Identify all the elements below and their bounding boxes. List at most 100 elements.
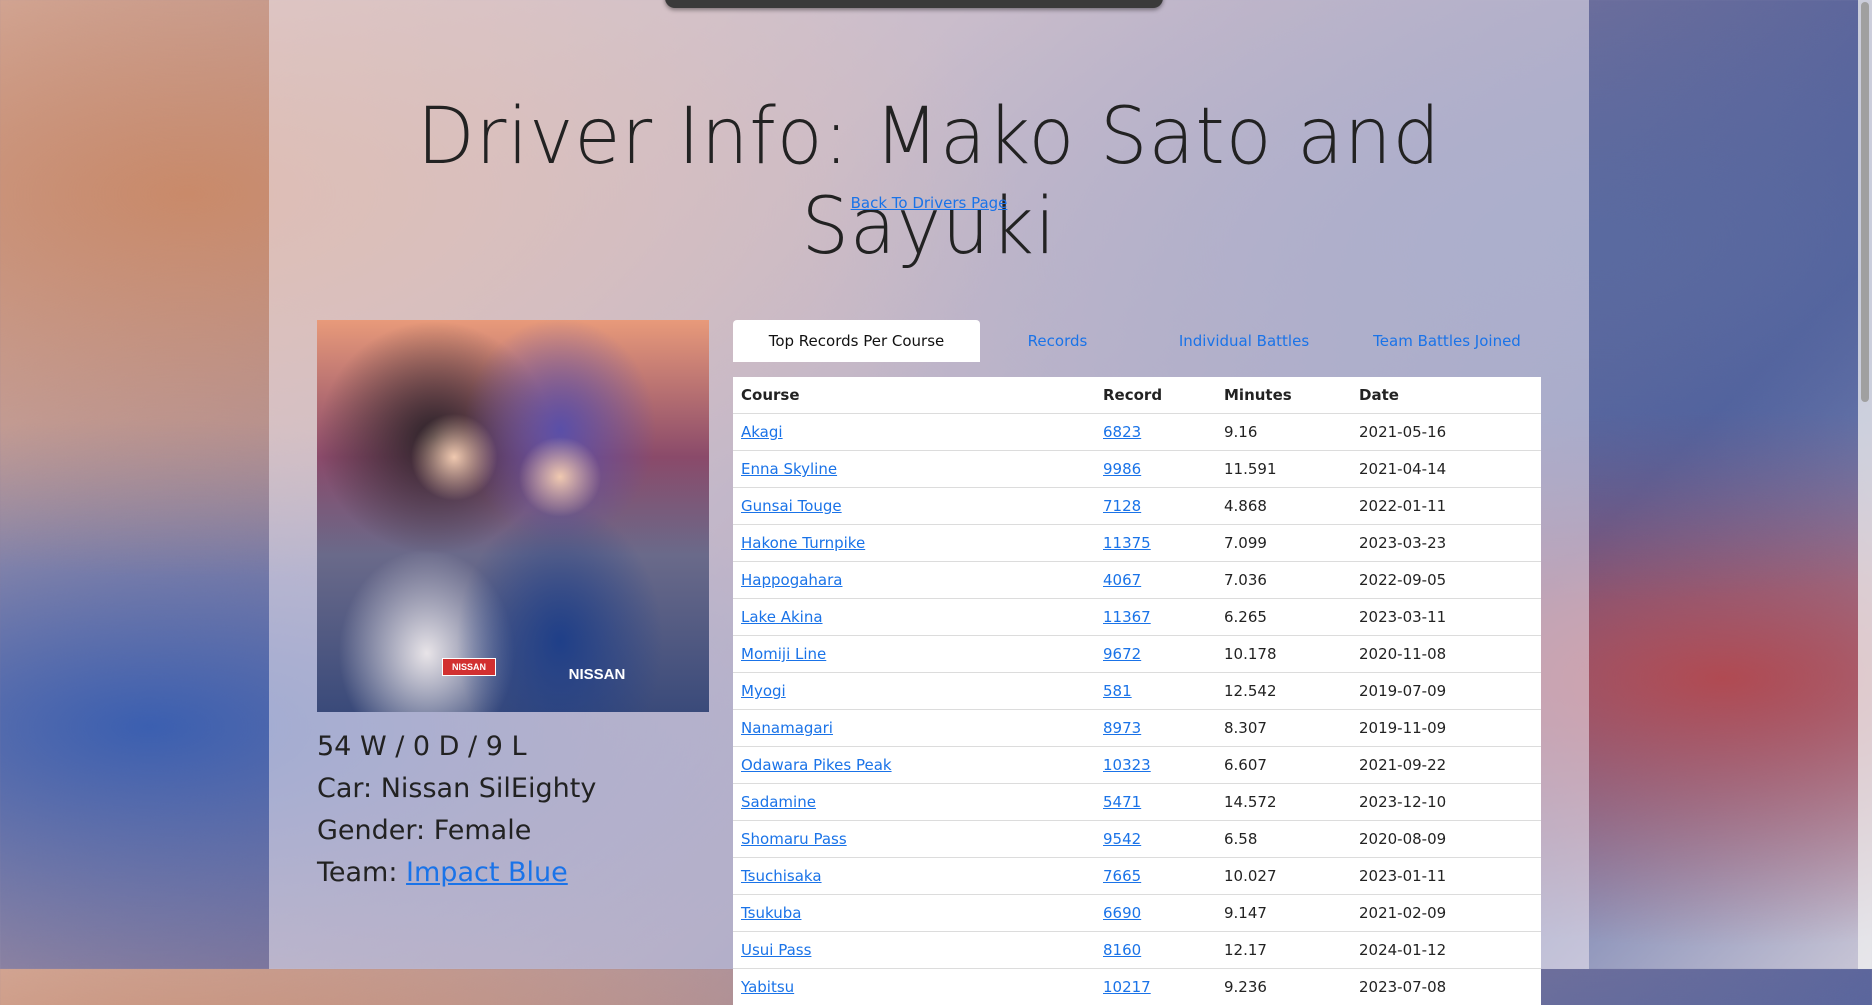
cell-date: 2020-11-08 (1351, 636, 1541, 673)
tab-top-records-per-course[interactable]: Top Records Per Course (733, 320, 980, 362)
back-to-drivers-link[interactable]: Back To Drivers Page (851, 194, 1008, 212)
record-link[interactable]: 9986 (1103, 460, 1141, 478)
records-table: Course Record Minutes Date Akagi68239.16… (733, 377, 1541, 1005)
table-row: Usui Pass816012.172024-01-12 (733, 932, 1541, 969)
tab-bar: Top Records Per Course Records Individua… (733, 320, 1541, 362)
course-link[interactable]: Yabitsu (741, 978, 794, 996)
course-link[interactable]: Nanamagari (741, 719, 833, 737)
record-link[interactable]: 9542 (1103, 830, 1141, 848)
cell-date: 2022-09-05 (1351, 562, 1541, 599)
driver-stats: 54 W / 0 D / 9 L Car: Nissan SilEighty G… (317, 726, 717, 894)
team-link[interactable]: Impact Blue (406, 857, 568, 888)
course-link[interactable]: Momiji Line (741, 645, 826, 663)
course-link[interactable]: Akagi (741, 423, 783, 441)
jacket-logo-left: NISSAN (442, 658, 496, 676)
tab-individual-battles[interactable]: Individual Battles (1135, 320, 1353, 362)
record-link[interactable]: 8973 (1103, 719, 1141, 737)
cell-record: 9986 (1095, 451, 1216, 488)
cell-record: 5471 (1095, 784, 1216, 821)
table-row: Happogahara 4067 7.0362022-09-05 (733, 562, 1541, 599)
cell-record: 6823 (1095, 414, 1216, 451)
cell-date: 2023-01-11 (1351, 858, 1541, 895)
record-link[interactable]: 9672 (1103, 645, 1141, 663)
table-row: Nanamagari89738.3072019-11-09 (733, 710, 1541, 747)
records-table-container: Course Record Minutes Date Akagi68239.16… (733, 377, 1541, 1005)
cell-date: 2023-03-23 (1351, 525, 1541, 562)
record-link[interactable]: 5471 (1103, 793, 1141, 811)
record-link[interactable]: 11375 (1103, 534, 1151, 552)
record-link[interactable]: 4067 (1103, 571, 1141, 589)
record-link[interactable]: 10323 (1103, 756, 1151, 774)
cell-minutes: 9.236 (1216, 969, 1351, 1005)
table-row: Gunsai Touge71284.8682022-01-11 (733, 488, 1541, 525)
course-link[interactable]: Odawara Pikes Peak (741, 756, 892, 774)
cell-minutes: 7.099 (1216, 525, 1351, 562)
cell-minutes: 6.58 (1216, 821, 1351, 858)
course-link[interactable]: Tsuchisaka (741, 867, 822, 885)
driver-team: Team: Impact Blue (317, 852, 717, 894)
course-link[interactable]: Tsukuba (741, 904, 801, 922)
record-link[interactable]: 6690 (1103, 904, 1141, 922)
course-link[interactable]: Happogahara (741, 571, 842, 589)
cell-date: 2021-02-09 (1351, 895, 1541, 932)
record-link[interactable]: 7665 (1103, 867, 1141, 885)
table-body: Akagi68239.162021-05-16Enna Skyline99861… (733, 414, 1541, 1005)
table-row: Tsuchisaka 7665 10.0272023-01-11 (733, 858, 1541, 895)
tab-team-battles-joined[interactable]: Team Battles Joined (1353, 320, 1541, 362)
table-row: Shomaru Pass 9542 6.582020-08-09 (733, 821, 1541, 858)
record-link[interactable]: 11367 (1103, 608, 1151, 626)
cell-course: Nanamagari (733, 710, 1095, 747)
cell-course: Hakone Turnpike (733, 525, 1095, 562)
header-date: Date (1351, 377, 1541, 414)
record-link[interactable]: 8160 (1103, 941, 1141, 959)
course-link[interactable]: Gunsai Touge (741, 497, 842, 515)
course-link[interactable]: Usui Pass (741, 941, 811, 959)
header-record: Record (1095, 377, 1216, 414)
cell-minutes: 10.027 (1216, 858, 1351, 895)
win-draw-loss: 54 W / 0 D / 9 L (317, 726, 717, 768)
cell-minutes: 10.178 (1216, 636, 1351, 673)
cell-minutes: 7.036 (1216, 562, 1351, 599)
cell-record: 6690 (1095, 895, 1216, 932)
cell-minutes: 6.607 (1216, 747, 1351, 784)
cell-record: 581 (1095, 673, 1216, 710)
cell-date: 2021-05-16 (1351, 414, 1541, 451)
cell-course: Tsukuba (733, 895, 1095, 932)
cell-date: 2021-09-22 (1351, 747, 1541, 784)
cell-date: 2019-07-09 (1351, 673, 1541, 710)
cell-course: Shomaru Pass (733, 821, 1095, 858)
driver-car: Car: Nissan SilEighty (317, 768, 717, 810)
course-link[interactable]: Lake Akina (741, 608, 823, 626)
record-link[interactable]: 6823 (1103, 423, 1141, 441)
course-link[interactable]: Sadamine (741, 793, 816, 811)
course-link[interactable]: Enna Skyline (741, 460, 837, 478)
cell-date: 2020-08-09 (1351, 821, 1541, 858)
top-bar (665, 0, 1163, 8)
header-minutes: Minutes (1216, 377, 1351, 414)
tab-records[interactable]: Records (980, 320, 1135, 362)
course-link[interactable]: Shomaru Pass (741, 830, 847, 848)
scrollbar-thumb[interactable] (1861, 2, 1869, 402)
cell-date: 2023-07-08 (1351, 969, 1541, 1005)
course-link[interactable]: Hakone Turnpike (741, 534, 865, 552)
cell-record: 4067 (1095, 562, 1216, 599)
table-row: Momiji Line 9672 10.1782020-11-08 (733, 636, 1541, 673)
cell-record: 9672 (1095, 636, 1216, 673)
cell-date: 2019-11-09 (1351, 710, 1541, 747)
driver-gender: Gender: Female (317, 810, 717, 852)
record-link[interactable]: 10217 (1103, 978, 1151, 996)
cell-date: 2021-04-14 (1351, 451, 1541, 488)
cell-minutes: 6.265 (1216, 599, 1351, 636)
cell-minutes: 11.591 (1216, 451, 1351, 488)
course-link[interactable]: Myogi (741, 682, 786, 700)
scrollbar[interactable] (1858, 0, 1872, 969)
driver-photo: NISSAN NISSAN (317, 320, 709, 712)
table-header-row: Course Record Minutes Date (733, 377, 1541, 414)
table-row: Sadamine547114.5722023-12-10 (733, 784, 1541, 821)
cell-course: Odawara Pikes Peak (733, 747, 1095, 784)
cell-record: 10217 (1095, 969, 1216, 1005)
table-row: Yabitsu 10217 9.2362023-07-08 (733, 969, 1541, 1005)
record-link[interactable]: 7128 (1103, 497, 1141, 515)
record-link[interactable]: 581 (1103, 682, 1132, 700)
cell-date: 2023-03-11 (1351, 599, 1541, 636)
